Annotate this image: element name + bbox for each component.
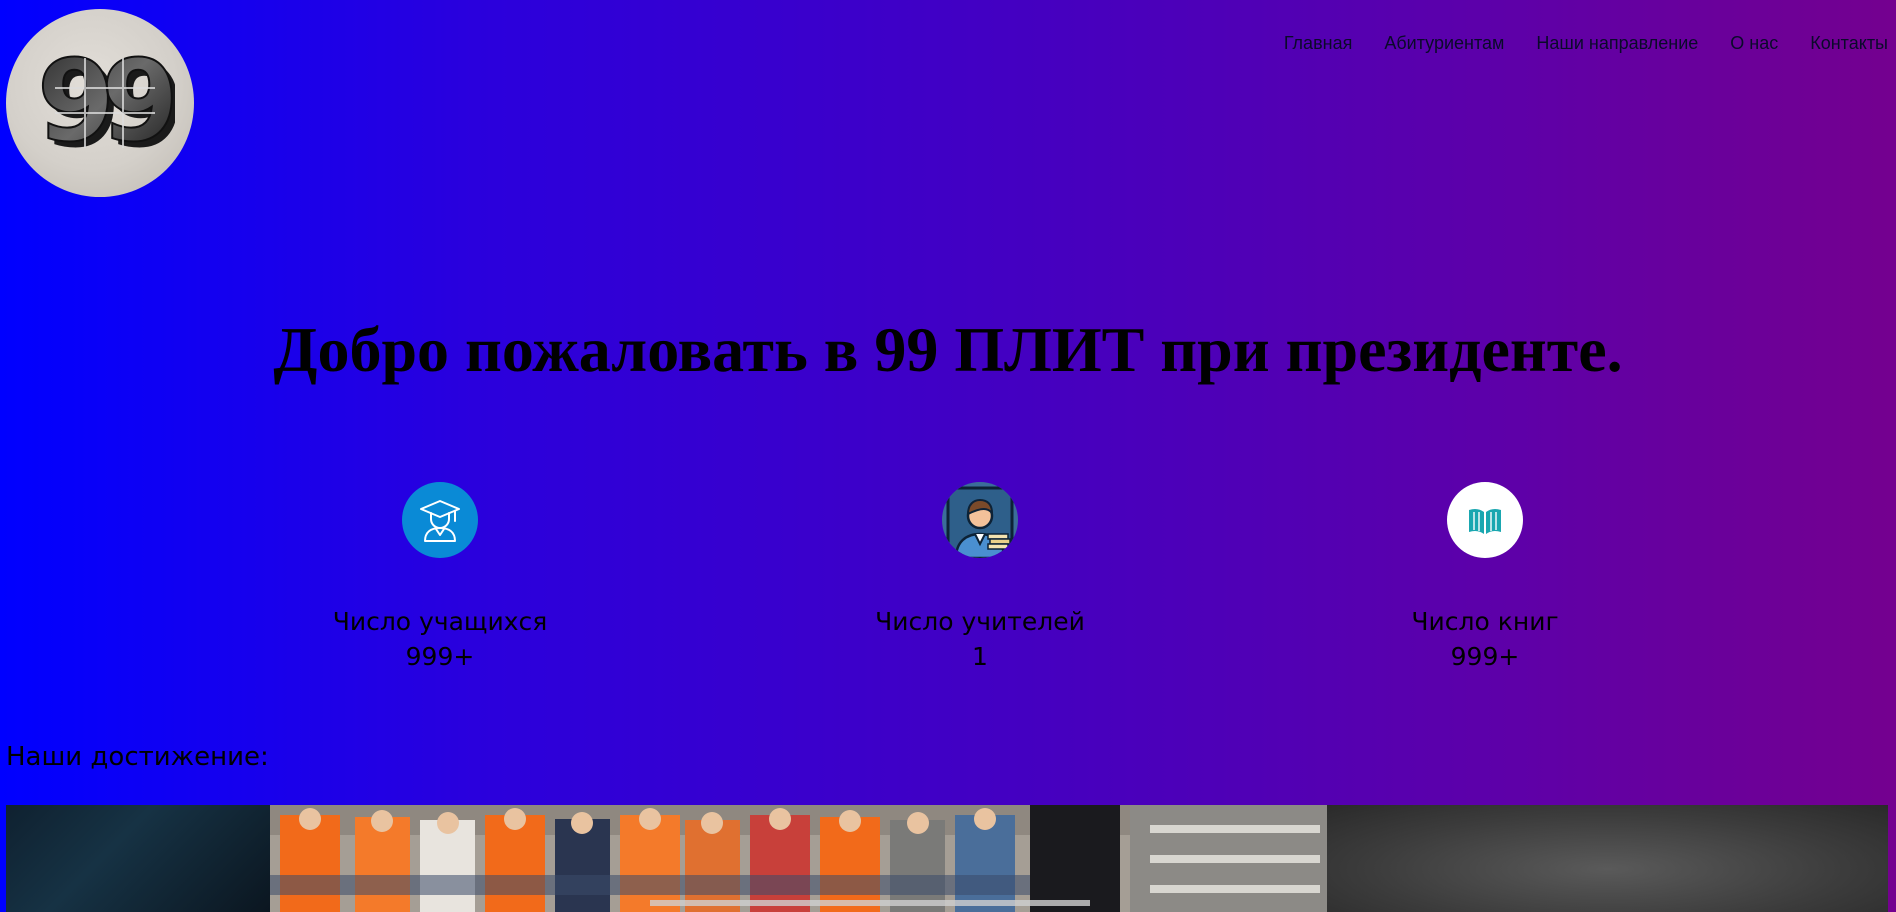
page-title: Добро пожаловать в 99 ПЛИТ при президент… — [273, 314, 1623, 385]
nav-link-applicants[interactable]: Абитуриентам — [1360, 32, 1512, 54]
stat-value: 999+ — [405, 642, 475, 671]
nav-link-contacts[interactable]: Контакты — [1786, 32, 1896, 54]
nav-link-home[interactable]: Главная — [1284, 32, 1361, 54]
book-icon — [1447, 482, 1523, 558]
achievement-photo-main[interactable] — [270, 805, 1327, 912]
site-logo[interactable]: 99 99 — [6, 9, 194, 197]
achievement-photo-left[interactable] — [6, 805, 270, 912]
nav-link-directions[interactable]: Наши направление — [1512, 32, 1706, 54]
achievements-heading: Наши достижение: — [6, 742, 269, 772]
logo-99-icon: 99 99 — [36, 36, 175, 173]
stat-label: Число книг — [1411, 607, 1559, 636]
graduate-icon — [402, 482, 478, 558]
svg-text:99: 99 — [37, 37, 172, 167]
stat-value: 1 — [972, 642, 988, 671]
teacher-icon — [942, 482, 1018, 558]
achievements-gallery[interactable] — [6, 805, 1888, 912]
main-nav: Главная Абитуриентам Наши направление О … — [1284, 32, 1896, 54]
stat-students: Число учащихся 999+ — [290, 482, 590, 674]
stat-label: Число учащихся — [332, 607, 548, 636]
achievement-photo-right[interactable] — [1327, 805, 1888, 912]
stat-books: Число книг 999+ — [1335, 482, 1635, 674]
stat-value: 999+ — [1450, 642, 1520, 671]
nav-link-about[interactable]: О нас — [1706, 32, 1786, 54]
stat-teachers: Число учителей 1 — [830, 482, 1130, 674]
stat-label: Число учителей — [875, 607, 1085, 636]
